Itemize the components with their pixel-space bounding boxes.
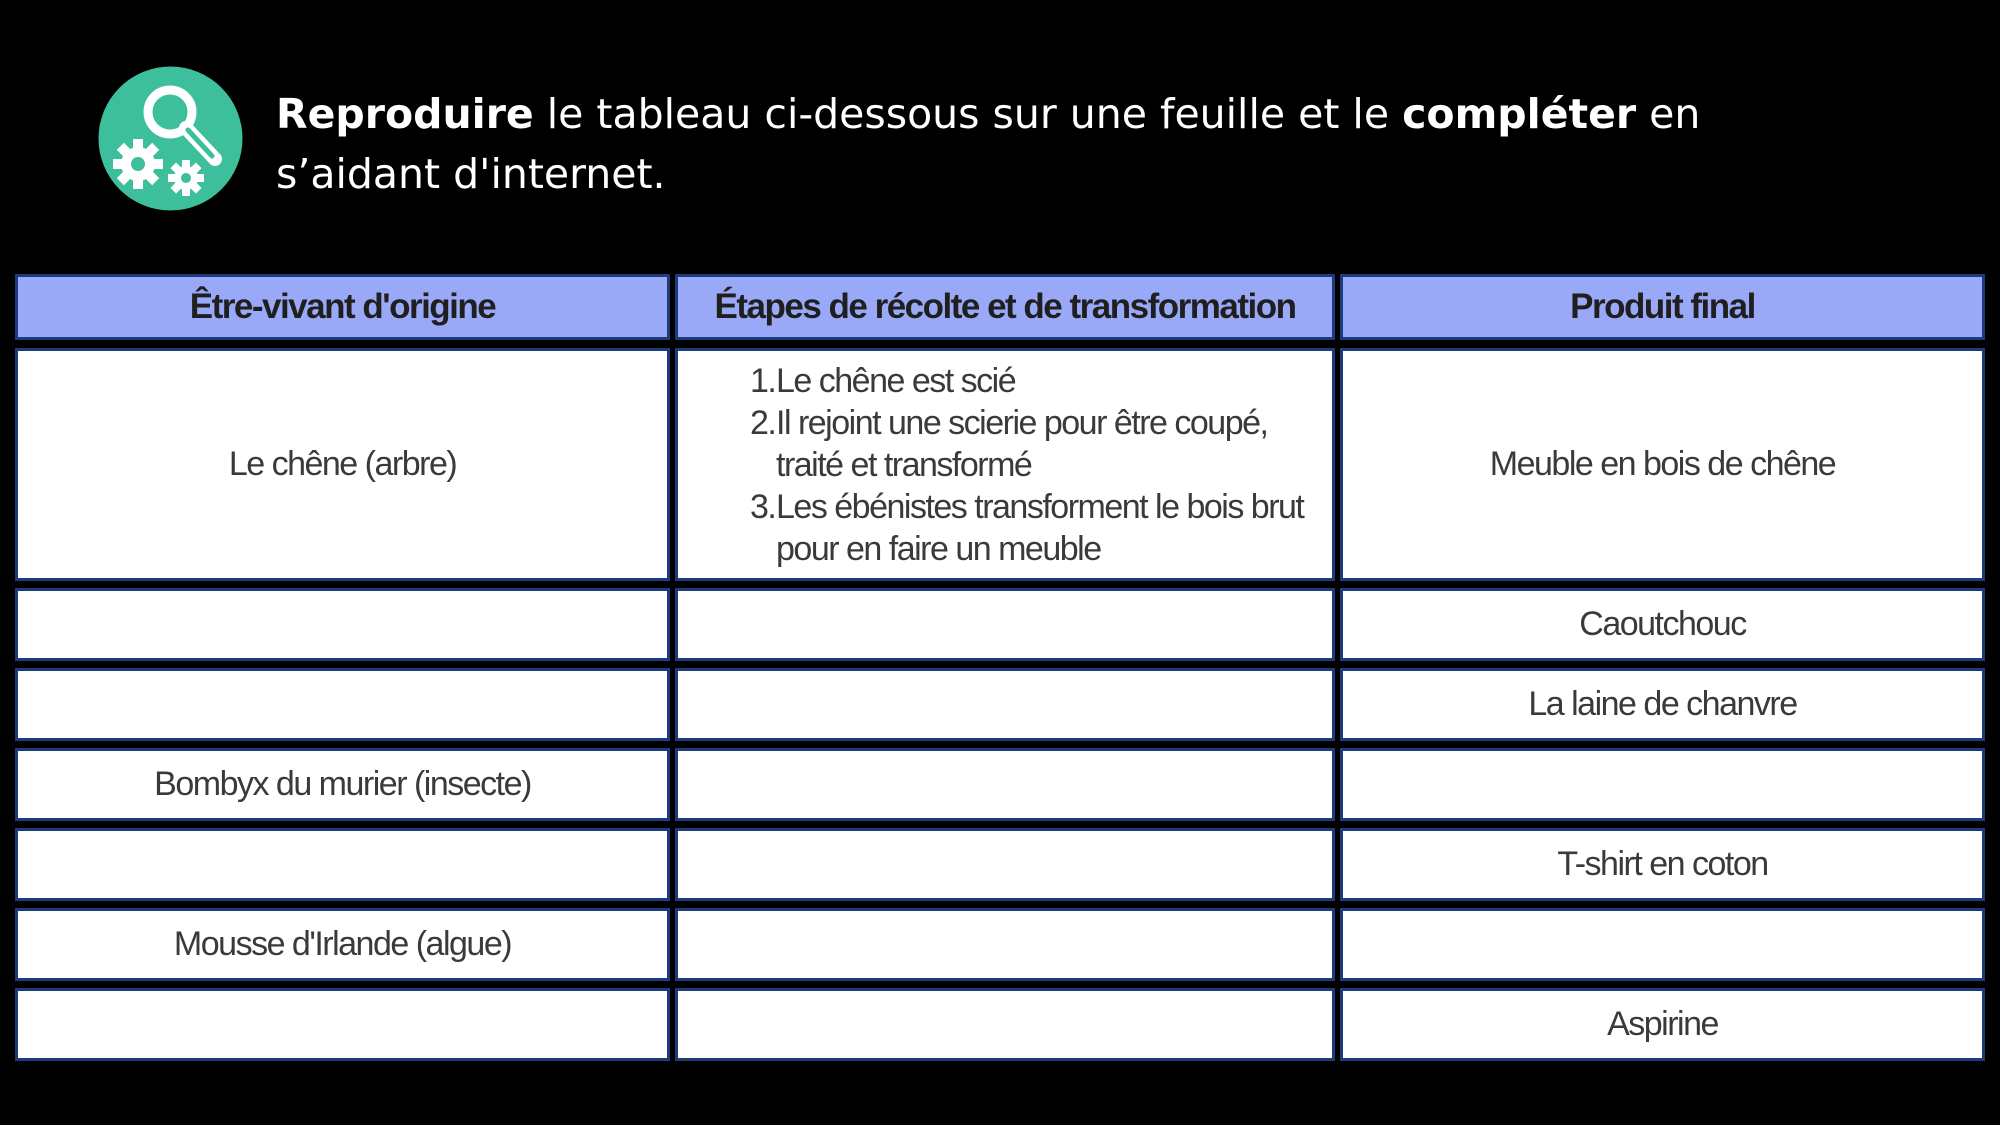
cell-steps [675, 988, 1335, 1061]
table-row: Caoutchouc [15, 588, 1985, 661]
step-number: 3. [750, 487, 777, 526]
table-row: Bombyx du murier (insecte) [15, 748, 1985, 821]
instruction-text: Reproduire le tableau ci-dessous sur une… [276, 84, 1836, 204]
cell-product: T-shirt en coton [1340, 828, 1985, 901]
table-header-row: Être-vivant d'origine Étapes de récolte … [15, 274, 1985, 340]
step-text: Le chêne est scié [776, 361, 1017, 400]
step-number: 1. [750, 361, 777, 400]
steps-list: 1. Le chêne est scié 2. Il rejoint une sci… [678, 360, 1332, 570]
instruction-bold-completer: compléter [1402, 90, 1637, 138]
cell-steps [675, 828, 1335, 901]
step-item: 1. Le chêne est scié [750, 360, 1332, 402]
cell-origin [15, 828, 670, 901]
cell-product: Caoutchouc [1340, 588, 1985, 661]
step-number: 2. [750, 403, 777, 442]
table-row: Aspirine [15, 988, 1985, 1061]
cell-steps [675, 668, 1335, 741]
cell-product: La laine de chanvre [1340, 668, 1985, 741]
cell-origin: Le chêne (arbre) [15, 348, 670, 581]
cell-origin [15, 668, 670, 741]
cell-origin: Mousse d'Irlande (algue) [15, 908, 670, 981]
transformation-table: Être-vivant d'origine Étapes de récolte … [15, 274, 1985, 1068]
cell-steps [675, 748, 1335, 821]
table-row: La laine de chanvre [15, 668, 1985, 741]
header-origin: Être-vivant d'origine [15, 274, 670, 340]
header-product: Produit final [1340, 274, 1985, 340]
cell-origin [15, 588, 670, 661]
table-row: Le chêne (arbre) 1. Le chêne est scié 2. I… [15, 348, 1985, 581]
step-item: 3. Les ébénistes transforment le bois bru… [750, 486, 1332, 570]
cell-product: Aspirine [1340, 988, 1985, 1061]
instruction-header: Reproduire le tableau ci-dessous sur une… [98, 66, 1898, 212]
cell-product [1340, 748, 1985, 821]
cell-origin [15, 988, 670, 1061]
header-steps: Étapes de récolte et de transformation [675, 274, 1335, 340]
cell-product [1340, 908, 1985, 981]
table-row: T-shirt en coton [15, 828, 1985, 901]
instruction-bold-reproduire: Reproduire [276, 90, 534, 138]
step-text: Les ébénistes transforment le bois brut … [776, 487, 1305, 568]
cell-steps [675, 908, 1335, 981]
cell-steps: 1. Le chêne est scié 2. Il rejoint une sci… [675, 348, 1335, 581]
step-text: Il rejoint une scierie pour être coupé, … [776, 403, 1269, 484]
cell-origin: Bombyx du murier (insecte) [15, 748, 670, 821]
step-item: 2. Il rejoint une scierie pour être coupé… [750, 402, 1332, 486]
cell-steps [675, 588, 1335, 661]
table-row: Mousse d'Irlande (algue) [15, 908, 1985, 981]
instruction-text-part1: le tableau ci-dessous sur une feuille et… [533, 90, 1403, 138]
search-gears-icon [98, 66, 243, 211]
cell-product: Meuble en bois de chêne [1340, 348, 1985, 581]
